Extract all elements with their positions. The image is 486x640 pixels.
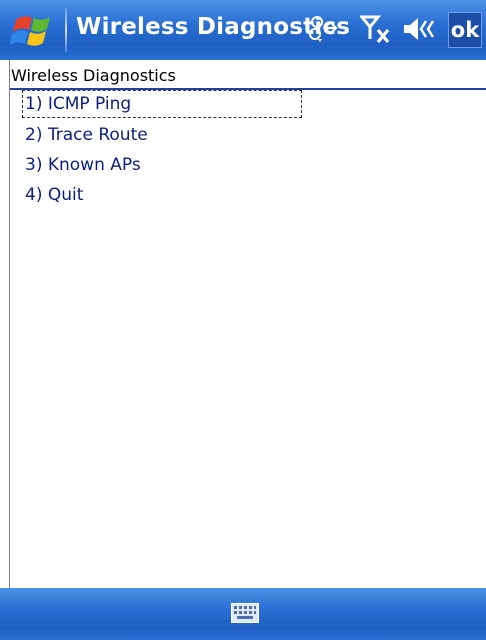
content-area: Wireless Diagnostics 1) ICMP Ping 2) Tra…	[10, 60, 486, 588]
title-separator	[65, 8, 67, 52]
keyboard-icon[interactable]	[231, 603, 259, 623]
diagnostics-menu: 1) ICMP Ping 2) Trace Route 3) Known APs…	[22, 90, 302, 210]
soft-key-bar	[0, 588, 486, 640]
menu-item-quit[interactable]: 4) Quit	[22, 180, 302, 210]
speaker-icon[interactable]	[402, 14, 436, 44]
menu-item-trace-route[interactable]: 2) Trace Route	[22, 120, 302, 150]
start-flag-icon[interactable]	[10, 12, 60, 50]
form-heading: Wireless Diagnostics	[11, 66, 176, 85]
connectivity-icon[interactable]	[307, 14, 339, 44]
title-bar: Wireless Diagnostics ok	[0, 0, 486, 60]
menu-item-known-aps[interactable]: 3) Known APs	[22, 150, 302, 180]
menu-item-icmp-ping[interactable]: 1) ICMP Ping	[22, 90, 302, 118]
screen: Wireless Diagnostics ok Wireless Diagnos…	[0, 0, 486, 640]
signal-off-icon[interactable]	[360, 14, 392, 44]
ok-button[interactable]: ok	[448, 12, 482, 48]
